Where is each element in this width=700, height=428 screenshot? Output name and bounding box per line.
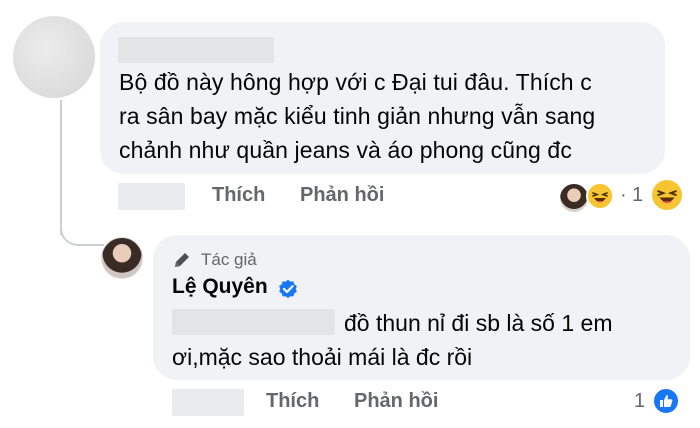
author-avatar[interactable] <box>101 237 143 279</box>
verified-badge-icon <box>278 279 298 299</box>
blurred-timestamp[interactable] <box>172 389 244 416</box>
pencil-icon <box>175 253 189 267</box>
blurred-mention[interactable] <box>172 309 335 335</box>
reaction-count[interactable]: 1 <box>632 184 643 207</box>
laughing-emoji-icon[interactable] <box>586 182 614 210</box>
verified-badge-icon <box>279 279 297 298</box>
reaction-count[interactable]: 1 <box>634 390 645 413</box>
pencil-icon <box>172 250 192 270</box>
reply-button[interactable]: Phản hồi <box>354 390 438 413</box>
comment-text-line-3: chảnh như quần jeans và áo phong cũng đc <box>119 137 572 163</box>
like-button[interactable]: Thích <box>212 184 265 207</box>
reply-button[interactable]: Phản hồi <box>300 184 384 207</box>
thread-connector <box>60 210 104 246</box>
reaction-separator: · <box>620 184 627 206</box>
author-name[interactable]: Lệ Quyên <box>172 275 268 299</box>
laughing-emoji-icon <box>652 180 682 210</box>
reply-text-line-2: ơi,mặc sao thoải mái là đc rồi <box>172 344 473 370</box>
blurred-timestamp[interactable] <box>118 183 185 210</box>
comment-text-line-1: Bộ đồ này hông hợp với c Đại tui đâu. Th… <box>119 69 592 95</box>
laughing-emoji-icon[interactable] <box>652 180 682 210</box>
commenter-avatar[interactable] <box>13 16 95 98</box>
comment-text-line-2: ra sân bay mặc kiểu tinh giản nhưng vẫn … <box>119 103 596 129</box>
like-button[interactable]: Thích <box>266 390 319 413</box>
like-icon[interactable] <box>652 387 680 415</box>
blurred-commenter-name[interactable] <box>118 37 274 63</box>
like-icon <box>660 395 673 407</box>
author-badge-label: Tác giả <box>201 250 257 269</box>
laughing-emoji-icon <box>588 184 612 208</box>
reply-text-line-1: đồ thun nỉ đi sb là số 1 em <box>344 310 613 336</box>
